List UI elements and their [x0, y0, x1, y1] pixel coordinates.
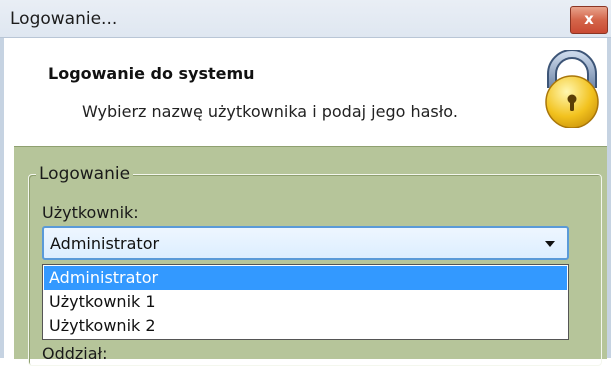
title-bar: Logowanie... x: [0, 0, 611, 38]
dropdown-option[interactable]: Użytkownik 2: [44, 314, 567, 338]
window-title: Logowanie...: [10, 9, 118, 29]
user-label: Użytkownik:: [42, 203, 139, 222]
user-combobox-value: Administrator: [50, 234, 160, 253]
close-button[interactable]: x: [570, 6, 608, 34]
header-subtitle: Wybierz nazwę użytkownika i podaj jego h…: [82, 102, 458, 121]
chevron-down-icon[interactable]: [545, 241, 555, 247]
header-title: Logowanie do systemu: [48, 64, 255, 83]
group-label: Logowanie: [36, 164, 134, 184]
lock-icon: [545, 50, 599, 128]
user-combobox[interactable]: Administrator: [42, 226, 569, 260]
close-icon: x: [584, 10, 594, 28]
dropdown-option[interactable]: Użytkownik 1: [44, 290, 567, 314]
user-dropdown-list: Administrator Użytkownik 1 Użytkownik 2: [42, 264, 569, 340]
dialog-header: Logowanie do systemu Wybierz nazwę użytk…: [14, 38, 607, 146]
branch-label: Oddział:: [42, 344, 108, 363]
dropdown-option[interactable]: Administrator: [44, 266, 567, 290]
